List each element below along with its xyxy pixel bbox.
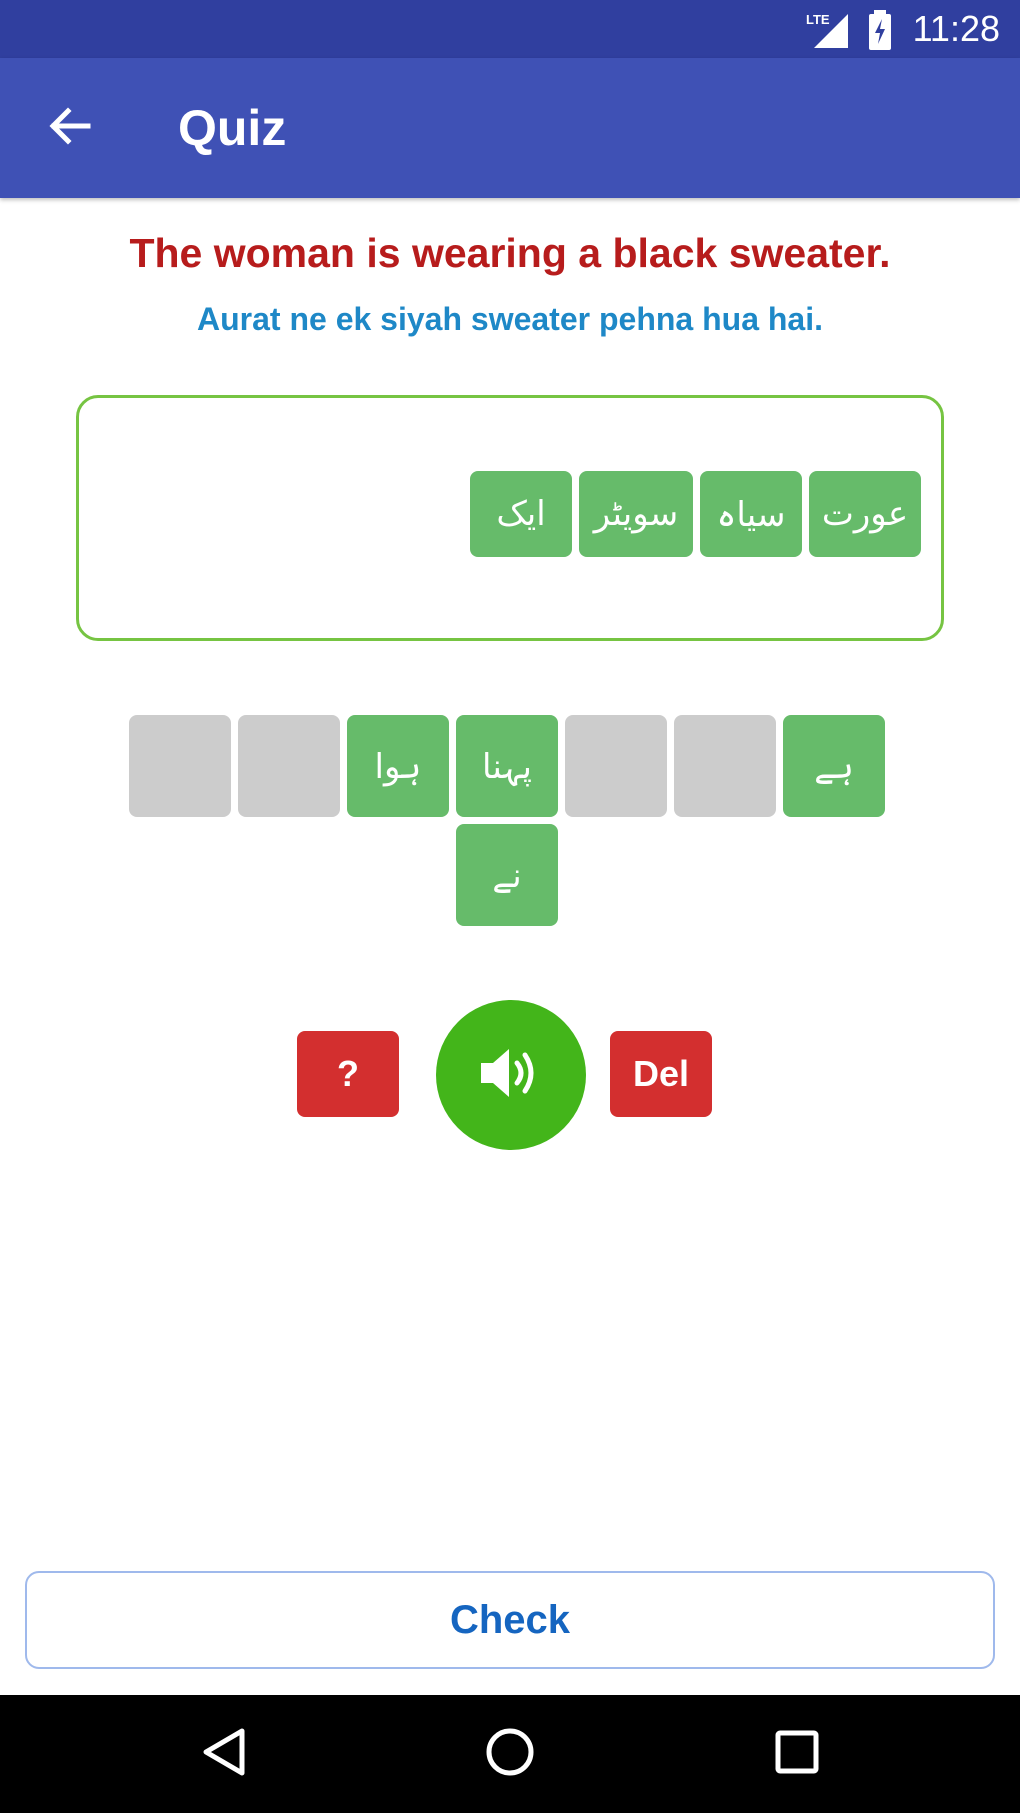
word-bank-slot-empty [238,715,340,817]
status-time: 11:28 [912,8,1000,49]
word-bank-tile[interactable]: ہے [783,715,885,817]
recents-nav-icon [774,1729,820,1780]
answer-word-tile[interactable]: سیاہ [700,471,802,557]
transliteration-sentence: Aurat ne ek siyah sweater pehna hua hai. [197,301,823,337]
home-nav-button[interactable] [475,1719,545,1789]
back-nav-button[interactable] [189,1719,259,1789]
recents-nav-button[interactable] [762,1719,832,1789]
check-button[interactable]: Check [25,1571,995,1669]
home-nav-icon [485,1727,535,1782]
svg-text:LTE: LTE [806,12,830,27]
answer-word-tile[interactable]: عورت [809,471,921,557]
word-bank-slot-empty [565,715,667,817]
english-sentence: The woman is wearing a black sweater. [129,230,891,276]
back-button[interactable] [36,94,104,162]
app-bar: Quiz [0,58,1020,198]
play-audio-button[interactable] [436,1000,586,1150]
word-bank-tile[interactable]: نے [456,824,558,926]
lte-signal-icon: LTE [804,10,850,55]
status-bar: LTE 11:28 [0,0,1020,58]
page-title: Quiz [178,100,287,156]
system-nav-bar [0,1695,1020,1813]
battery-charging-icon [868,10,892,55]
answer-word-tile[interactable]: ایک [470,471,572,557]
speaker-icon [479,1043,543,1108]
arrow-back-icon [48,104,92,153]
hint-button[interactable]: ? [297,1031,399,1117]
word-bank-tile[interactable]: ہوا [347,715,449,817]
word-bank-slot-empty [674,715,776,817]
delete-button[interactable]: Del [610,1031,712,1117]
word-bank-tile[interactable]: پہنا [456,715,558,817]
answer-word-tile[interactable]: سویٹر [579,471,693,557]
back-nav-icon [200,1727,248,1782]
word-bank-slot-empty [129,715,231,817]
